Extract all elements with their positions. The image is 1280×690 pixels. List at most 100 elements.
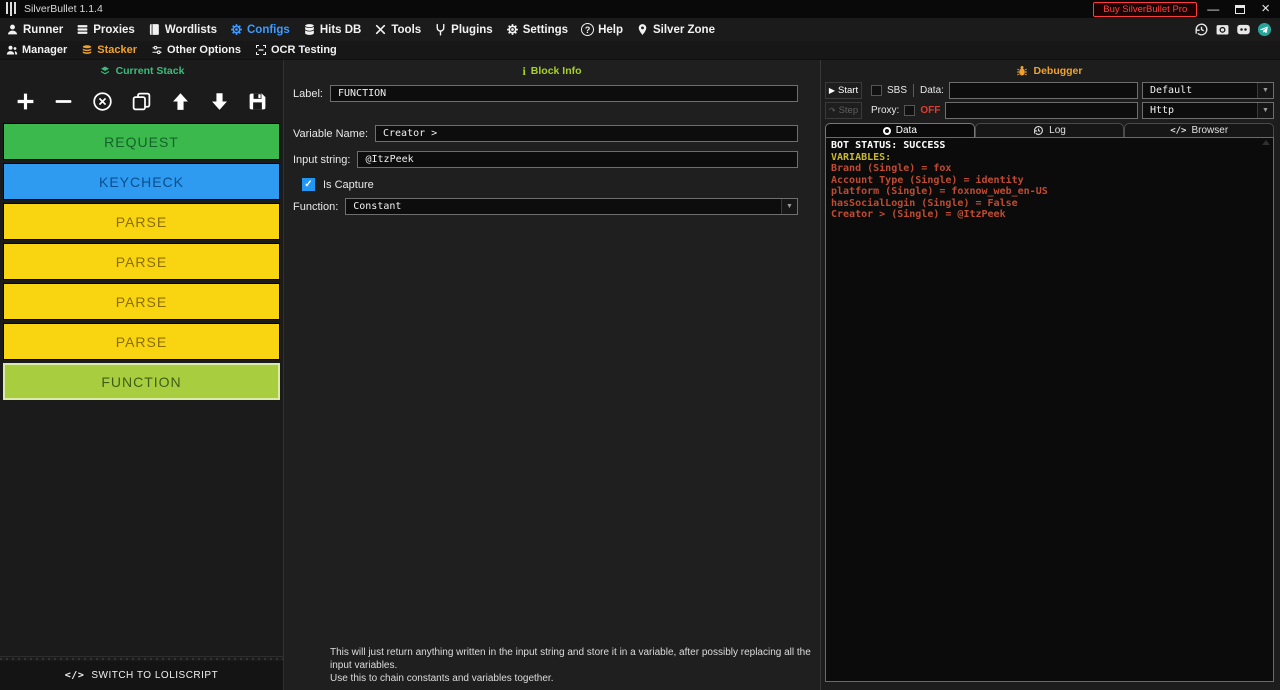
history-icon[interactable] <box>1194 22 1209 37</box>
save-floppy-icon <box>250 93 266 109</box>
arrow-down-icon <box>211 92 227 110</box>
debugger-proxy-input[interactable] <box>945 102 1138 119</box>
current-stack-panel: Current Stack REQUEST KEYCHECK PARSE PAR… <box>0 60 284 690</box>
menu-proxies[interactable]: Proxies <box>76 23 135 36</box>
variable-line: hasSocialLogin (Single) = False <box>831 197 1018 209</box>
menu-wordlists[interactable]: Wordlists <box>148 23 217 36</box>
submenu-other-options[interactable]: Other Options <box>151 44 241 56</box>
stack-block-request[interactable]: REQUEST <box>3 123 280 160</box>
sbs-checkbox[interactable] <box>871 85 882 96</box>
step-arrow-icon: ↷ <box>828 106 836 115</box>
variable-line: Account Type (Single) = identity <box>831 174 1024 186</box>
app-title: SilverBullet 1.1.4 <box>24 3 103 15</box>
plugins-plug-icon <box>436 23 445 36</box>
close-button[interactable]: × <box>1261 1 1270 16</box>
stack-empty-area <box>0 403 283 656</box>
current-stack-layers-icon <box>100 66 109 75</box>
add-block-button[interactable] <box>13 89 37 113</box>
stack-block-parse-1[interactable]: PARSE <box>3 203 280 240</box>
copy-icon <box>132 92 151 110</box>
configs-gear-icon <box>231 24 242 35</box>
main-menu-bar: Runner Proxies Wordlists Configs Hits DB… <box>0 18 1280 41</box>
variable-name-input[interactable] <box>375 125 798 142</box>
debugger-bug-icon <box>1017 66 1028 76</box>
stack-block-parse-2[interactable]: PARSE <box>3 243 280 280</box>
chevron-down-icon[interactable]: ▼ <box>781 199 797 214</box>
proxies-list-icon <box>77 25 88 34</box>
wordlist-type-value: Default <box>1150 85 1193 96</box>
stack-block-function-selected[interactable]: FUNCTION <box>3 363 280 400</box>
tab-log[interactable]: Log <box>974 123 1125 138</box>
move-block-down-button[interactable] <box>207 89 231 113</box>
data-ring-icon <box>882 126 891 135</box>
clone-block-button[interactable] <box>129 89 153 113</box>
circle-x-icon <box>93 91 112 111</box>
clear-stack-button[interactable] <box>91 89 115 113</box>
discord-icon[interactable] <box>1236 22 1251 37</box>
debugger-proxy-row: ↷ Step Proxy: OFF Http ▼ <box>825 102 1274 119</box>
debugger-header: Debugger <box>825 63 1274 79</box>
block-info-panel: i Block Info Label: Variable Name: Input… <box>284 60 820 690</box>
app-logo-icon <box>6 2 16 16</box>
stack-block-parse-4[interactable]: PARSE <box>3 323 280 360</box>
plus-icon <box>17 93 33 109</box>
wordlists-book-icon <box>149 24 159 35</box>
menu-tools[interactable]: Tools <box>374 23 421 36</box>
remove-block-button[interactable] <box>52 89 76 113</box>
menu-help[interactable]: ? Help <box>581 23 623 36</box>
proxy-checkbox[interactable] <box>904 105 916 116</box>
check-icon: ✓ <box>304 179 313 190</box>
variable-name-label: Variable Name: <box>293 127 368 140</box>
variable-line: Brand (Single) = fox <box>831 163 952 174</box>
debugger-log-output[interactable]: BOT STATUS: SUCCESS VARIABLES: Brand (Si… <box>825 137 1274 682</box>
screenshot-camera-icon[interactable] <box>1215 22 1230 37</box>
stack-block-parse-3[interactable]: PARSE <box>3 283 280 320</box>
menu-configs[interactable]: Configs <box>230 23 290 36</box>
maximize-button[interactable] <box>1235 4 1246 14</box>
data-label: Data: <box>920 85 944 96</box>
menu-silver-zone[interactable]: Silver Zone <box>636 23 715 36</box>
function-dropdown[interactable]: Constant ▼ <box>345 198 798 215</box>
input-string-input[interactable] <box>357 151 798 168</box>
stack-block-list: REQUEST KEYCHECK PARSE PARSE PARSE PARSE… <box>0 123 283 403</box>
tab-browser[interactable]: </> Browser <box>1124 123 1275 138</box>
minimize-button[interactable]: — <box>1207 3 1219 15</box>
move-block-up-button[interactable] <box>168 89 192 113</box>
proxy-type-dropdown[interactable]: Http ▼ <box>1142 102 1274 119</box>
submenu-stacker[interactable]: Stacker <box>81 44 137 56</box>
step-button[interactable]: ↷ Step <box>825 102 862 119</box>
menu-runner[interactable]: Runner <box>6 23 63 36</box>
tab-data[interactable]: Data <box>825 123 975 138</box>
sliders-icon <box>152 45 162 55</box>
stack-toolbar <box>0 79 283 123</box>
submenu-manager[interactable]: Manager <box>6 44 67 56</box>
menu-settings[interactable]: Settings <box>506 23 568 36</box>
save-config-button[interactable] <box>246 89 270 113</box>
title-bar: SilverBullet 1.1.4 Buy SilverBullet Pro … <box>0 0 1280 18</box>
menu-hits-db[interactable]: Hits DB <box>303 23 361 36</box>
wordlist-type-dropdown[interactable]: Default ▼ <box>1142 82 1274 99</box>
info-icon: i <box>522 63 526 78</box>
submenu-ocr-testing[interactable]: OCR Testing <box>255 44 337 56</box>
input-string-label: Input string: <box>293 153 351 166</box>
chevron-down-icon[interactable]: ▼ <box>1257 83 1273 98</box>
debugger-panel: Debugger ▶ Start SBS Data: Default ▼ ↷ S… <box>820 60 1280 690</box>
telegram-icon[interactable] <box>1257 22 1272 37</box>
proxy-label: Proxy: <box>871 105 900 116</box>
chevron-down-icon[interactable]: ▼ <box>1257 103 1273 118</box>
label-field-label: Label: <box>293 87 323 100</box>
debugger-data-input[interactable] <box>948 82 1138 99</box>
buy-pro-button[interactable]: Buy SilverBullet Pro <box>1093 1 1198 17</box>
start-button[interactable]: ▶ Start <box>825 82 862 99</box>
is-capture-checkbox[interactable]: ✓ <box>302 178 315 191</box>
stack-block-keycheck[interactable]: KEYCHECK <box>3 163 280 200</box>
arrow-up-icon <box>172 92 188 110</box>
menu-plugins[interactable]: Plugins <box>434 23 493 36</box>
sbs-label: SBS <box>887 85 908 96</box>
scrollbar-up-arrow[interactable] <box>1262 140 1270 145</box>
label-input[interactable] <box>329 85 798 102</box>
block-description: This will just return anything written i… <box>330 646 812 685</box>
switch-to-loliscript-button[interactable]: </> SWITCH TO LOLISCRIPT <box>0 661 283 690</box>
browser-code-icon: </> <box>1170 125 1187 136</box>
log-history-icon <box>1034 126 1044 135</box>
